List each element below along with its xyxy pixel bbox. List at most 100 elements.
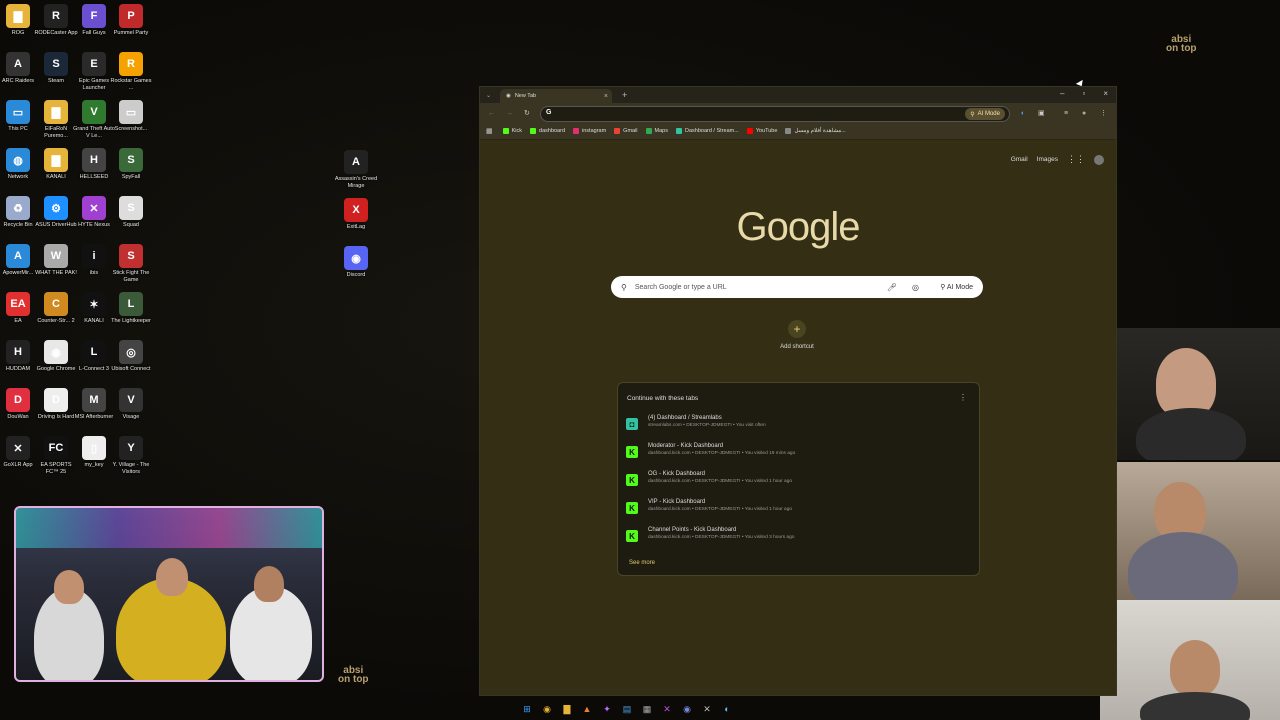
continue-tab-title: Moderator - Kick Dashboard (648, 443, 724, 449)
ntp-ai-mode-button[interactable]: ⚲ AI Mode (940, 283, 973, 291)
desktop-app-icon: S (119, 244, 143, 268)
plus-icon: + (788, 320, 806, 338)
desktop-icon-label: Rockstar Games ... (110, 78, 152, 91)
desktop-app-icon: ▯ (82, 436, 106, 460)
omnibox-ai-mode-button[interactable]: ⚲ AI Mode (965, 108, 1005, 120)
images-link[interactable]: Images (1037, 156, 1058, 163)
desktop-app-icon: ✕ (6, 436, 30, 460)
forward-icon[interactable]: → (506, 110, 513, 117)
bookmark-item[interactable]: Maps (645, 128, 668, 134)
desktop-app-icon: S (119, 196, 143, 220)
audio-icon[interactable]: ◖ (1020, 110, 1024, 117)
google-apps-icon[interactable]: ⋮⋮ (1067, 154, 1085, 165)
desktop-app-icon: W (44, 244, 68, 268)
desktop-app-icon: ▇ (44, 148, 68, 172)
see-more-link[interactable]: See more (629, 560, 655, 566)
desktop-icon[interactable]: S SpyFall (109, 148, 153, 181)
bookmark-item[interactable]: مشاهدة أفلام ومسل... (785, 128, 846, 134)
desktop-icon[interactable]: ◉ Discord (334, 246, 378, 279)
desktop-icon[interactable]: Y Y. Village - The Visitors (109, 436, 153, 476)
notepad-icon[interactable]: ▤ (620, 702, 634, 716)
maximize-icon[interactable]: ▫ (1082, 89, 1085, 98)
gmail-link[interactable]: Gmail (1011, 156, 1028, 163)
hyte-icon[interactable]: ✕ (660, 702, 674, 716)
tab-close-icon[interactable]: × (604, 93, 608, 100)
new-tab-icon[interactable]: + (622, 90, 627, 100)
desktop-icon[interactable]: P Pummel Party (109, 4, 153, 37)
ntp-ai-mode-label: AI Mode (946, 284, 973, 291)
desktop-app-icon: P (119, 4, 143, 28)
desktop-icon[interactable]: ◎ Ubisoft Connect (109, 340, 153, 373)
bookmark-favicon-icon (502, 128, 509, 134)
continue-tab-row[interactable]: K Channel Points - Kick Dashboard dashboar… (626, 527, 971, 551)
apps-grid-icon[interactable]: ▦ (486, 127, 493, 135)
brand-watermark-bottom: absi on top (338, 665, 369, 685)
desktop-icon[interactable]: A Assassin's Creed Mirage (334, 150, 378, 190)
app-icon-2[interactable]: ✦ (600, 702, 614, 716)
desktop-icon-label: HYTE Nexus (78, 222, 110, 228)
app-icon[interactable]: ▲ (580, 702, 594, 716)
minimize-icon[interactable]: – (1060, 89, 1064, 98)
calc-icon[interactable]: ▦ (640, 702, 654, 716)
desktop-icon[interactable]: ▭ Screenshot... (109, 100, 153, 133)
continue-tab-row[interactable]: ◘ (4) Dashboard / Streamlabs streamlabs.co… (626, 415, 971, 439)
steam-icon[interactable]: ◐ (720, 702, 734, 716)
extensions-icon[interactable]: ▣ (1038, 109, 1045, 117)
continue-tab-meta: dashboard.kick.com • DESKTOP-JDMEGTI • Y… (648, 479, 793, 484)
desktop-icon-label: Discord (346, 272, 366, 278)
window-controls: – ▫ × (1060, 89, 1108, 98)
tab-new-tab[interactable]: ◉ New Tab × (500, 89, 612, 103)
reload-icon[interactable]: ↻ (524, 109, 530, 117)
add-shortcut[interactable]: + Add shortcut (777, 320, 817, 350)
google-logo: Google (736, 205, 861, 249)
bookmark-item[interactable]: Dashboard / Stream... (676, 128, 739, 134)
desktop-icon-label: KANALI (84, 318, 104, 324)
desktop-app-icon: H (6, 340, 30, 364)
desktop-app-icon: X (344, 198, 368, 222)
continue-tab-row[interactable]: K VIP - Kick Dashboard dashboard.kick.com … (626, 499, 971, 523)
bookmark-item[interactable]: Gmail (614, 128, 638, 134)
bookmark-item[interactable]: dashboard (530, 128, 565, 134)
continue-tab-row[interactable]: K OG - Kick Dashboard dashboard.kick.com •… (626, 471, 971, 495)
voice-search-icon[interactable]: 🎤︎ (887, 283, 897, 292)
desktop-icon-label: my_key (84, 462, 104, 468)
bookmark-item[interactable]: instagram (573, 128, 606, 134)
goxlr-icon[interactable]: ✕ (700, 702, 714, 716)
desktop-icon[interactable]: X ExitLag (334, 198, 378, 231)
omnibox[interactable]: G ⚲ AI Mode (540, 106, 1010, 122)
desktop-icon[interactable]: R Rockstar Games ... (109, 52, 153, 92)
desktop-icon-label: Fall Guys (82, 30, 106, 36)
bookmark-item[interactable]: YouTube (746, 128, 777, 134)
desktop-app-icon: S (119, 148, 143, 172)
card-menu-icon[interactable]: ⋮ (959, 393, 967, 402)
desktop-icon[interactable]: S Stick Fight The Game (109, 244, 153, 284)
desktop-icon[interactable]: V Visage (109, 388, 153, 421)
continue-tab-row[interactable]: K Moderator - Kick Dashboard dashboard.kic… (626, 443, 971, 467)
desktop-icon[interactable]: L The Lightkeeper (109, 292, 153, 325)
file-explorer-icon[interactable]: ▇ (560, 702, 574, 716)
media-icon[interactable]: ≡ (1064, 110, 1068, 117)
desktop-app-icon: V (82, 100, 106, 124)
desktop-icon-label: Ubisoft Connect (111, 366, 151, 372)
profile-icon[interactable]: ● (1082, 110, 1086, 117)
lens-icon[interactable]: ◎ (912, 283, 919, 292)
account-avatar[interactable] (1094, 154, 1104, 165)
desktop-icon[interactable]: S Squad (109, 196, 153, 229)
menu-icon[interactable]: ⋮ (1100, 109, 1107, 117)
omnibox-ai-mode-label: AI Mode (977, 111, 1000, 117)
bookmark-item[interactable]: Kick (502, 128, 522, 134)
continue-tab-title: Channel Points - Kick Dashboard (648, 527, 737, 533)
close-icon[interactable]: × (1103, 89, 1108, 98)
bookmark-label: مشاهدة أفلام ومسل... (794, 128, 846, 134)
desktop-icon-label: This PC (8, 126, 28, 132)
discord-icon[interactable]: ◉ (680, 702, 694, 716)
desktop-app-icon: ▭ (119, 100, 143, 124)
back-icon[interactable]: ← (488, 110, 495, 117)
desktop-app-icon: ▭ (6, 100, 30, 124)
ntp-search-box[interactable]: ⚲ Search Google or type a URL 🎤︎ ◎ ⚲ AI … (611, 276, 983, 298)
tab-search-icon[interactable]: ⌄ (486, 92, 491, 99)
windows-start-icon[interactable]: ⊞ (520, 702, 534, 716)
chrome-icon[interactable]: ◉ (540, 702, 554, 716)
top-links: Gmail Images ⋮⋮ (1011, 154, 1104, 165)
desktop-app-icon: V (119, 388, 143, 412)
